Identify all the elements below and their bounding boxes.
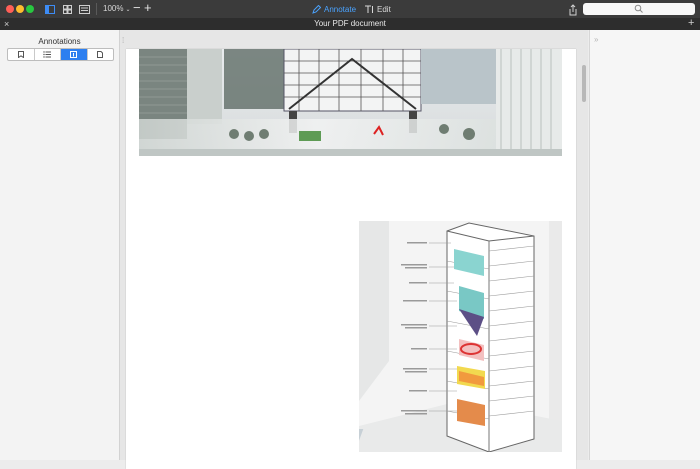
zoom-in-button[interactable]: + bbox=[144, 1, 152, 15]
page-icon bbox=[97, 51, 104, 58]
toolbar-divider bbox=[96, 3, 97, 15]
zoom-out-button[interactable]: − bbox=[133, 1, 141, 15]
tower-section-diagram-image bbox=[359, 221, 562, 452]
sidebar-segmented-control bbox=[7, 48, 114, 61]
zoom-select[interactable]: 100% ⌄ bbox=[103, 3, 131, 16]
edit-mode-button[interactable]: Edit bbox=[364, 3, 391, 15]
minimize-window-button[interactable] bbox=[16, 5, 24, 13]
vertical-scrollbar-thumb[interactable] bbox=[582, 65, 586, 102]
zoom-window-button[interactable] bbox=[26, 5, 34, 13]
outline-tab[interactable] bbox=[35, 49, 61, 60]
pdf-page bbox=[126, 49, 576, 469]
search-input[interactable] bbox=[583, 3, 695, 15]
bookmark-icon bbox=[17, 51, 24, 58]
edit-label: Edit bbox=[377, 4, 391, 14]
chevron-down-icon: ⌄ bbox=[125, 7, 131, 13]
annotations-tab[interactable] bbox=[61, 49, 88, 60]
pen-icon bbox=[312, 4, 321, 14]
text-edit-icon bbox=[365, 5, 373, 13]
bookmarks-tab[interactable] bbox=[8, 49, 35, 60]
list-icon bbox=[43, 51, 52, 58]
annotate-mode-button[interactable]: Annotate bbox=[312, 3, 356, 15]
annotations-icon bbox=[70, 51, 78, 58]
close-window-button[interactable] bbox=[6, 5, 14, 13]
reader-view-icon[interactable] bbox=[78, 3, 90, 15]
sidebar-title: Annotations bbox=[38, 37, 81, 46]
document-tab-title[interactable]: Your PDF document bbox=[0, 18, 700, 30]
close-tab-icon[interactable]: × bbox=[4, 18, 9, 30]
sidebar: Annotations bbox=[0, 30, 120, 460]
search-icon bbox=[634, 4, 643, 13]
inspector-panel: » bbox=[589, 30, 700, 460]
grid-view-icon[interactable] bbox=[61, 3, 73, 15]
document-viewport[interactable] bbox=[120, 30, 588, 469]
sidebar-toggle-icon[interactable] bbox=[44, 3, 56, 15]
document-tab-bar: Your PDF document × + bbox=[0, 17, 700, 30]
window-toolbar: 100% ⌄ − + Annotate Edit bbox=[0, 0, 700, 18]
zoom-value: 100% bbox=[103, 4, 124, 13]
share-icon[interactable] bbox=[568, 3, 578, 16]
sidebar-resize-handle[interactable]: ⁞ bbox=[122, 36, 124, 45]
pages-tab[interactable] bbox=[88, 49, 114, 60]
annotate-label: Annotate bbox=[324, 4, 357, 14]
new-tab-icon[interactable]: + bbox=[688, 17, 694, 29]
building-rendering-image bbox=[139, 49, 562, 156]
expand-panel-icon[interactable]: » bbox=[594, 35, 598, 44]
